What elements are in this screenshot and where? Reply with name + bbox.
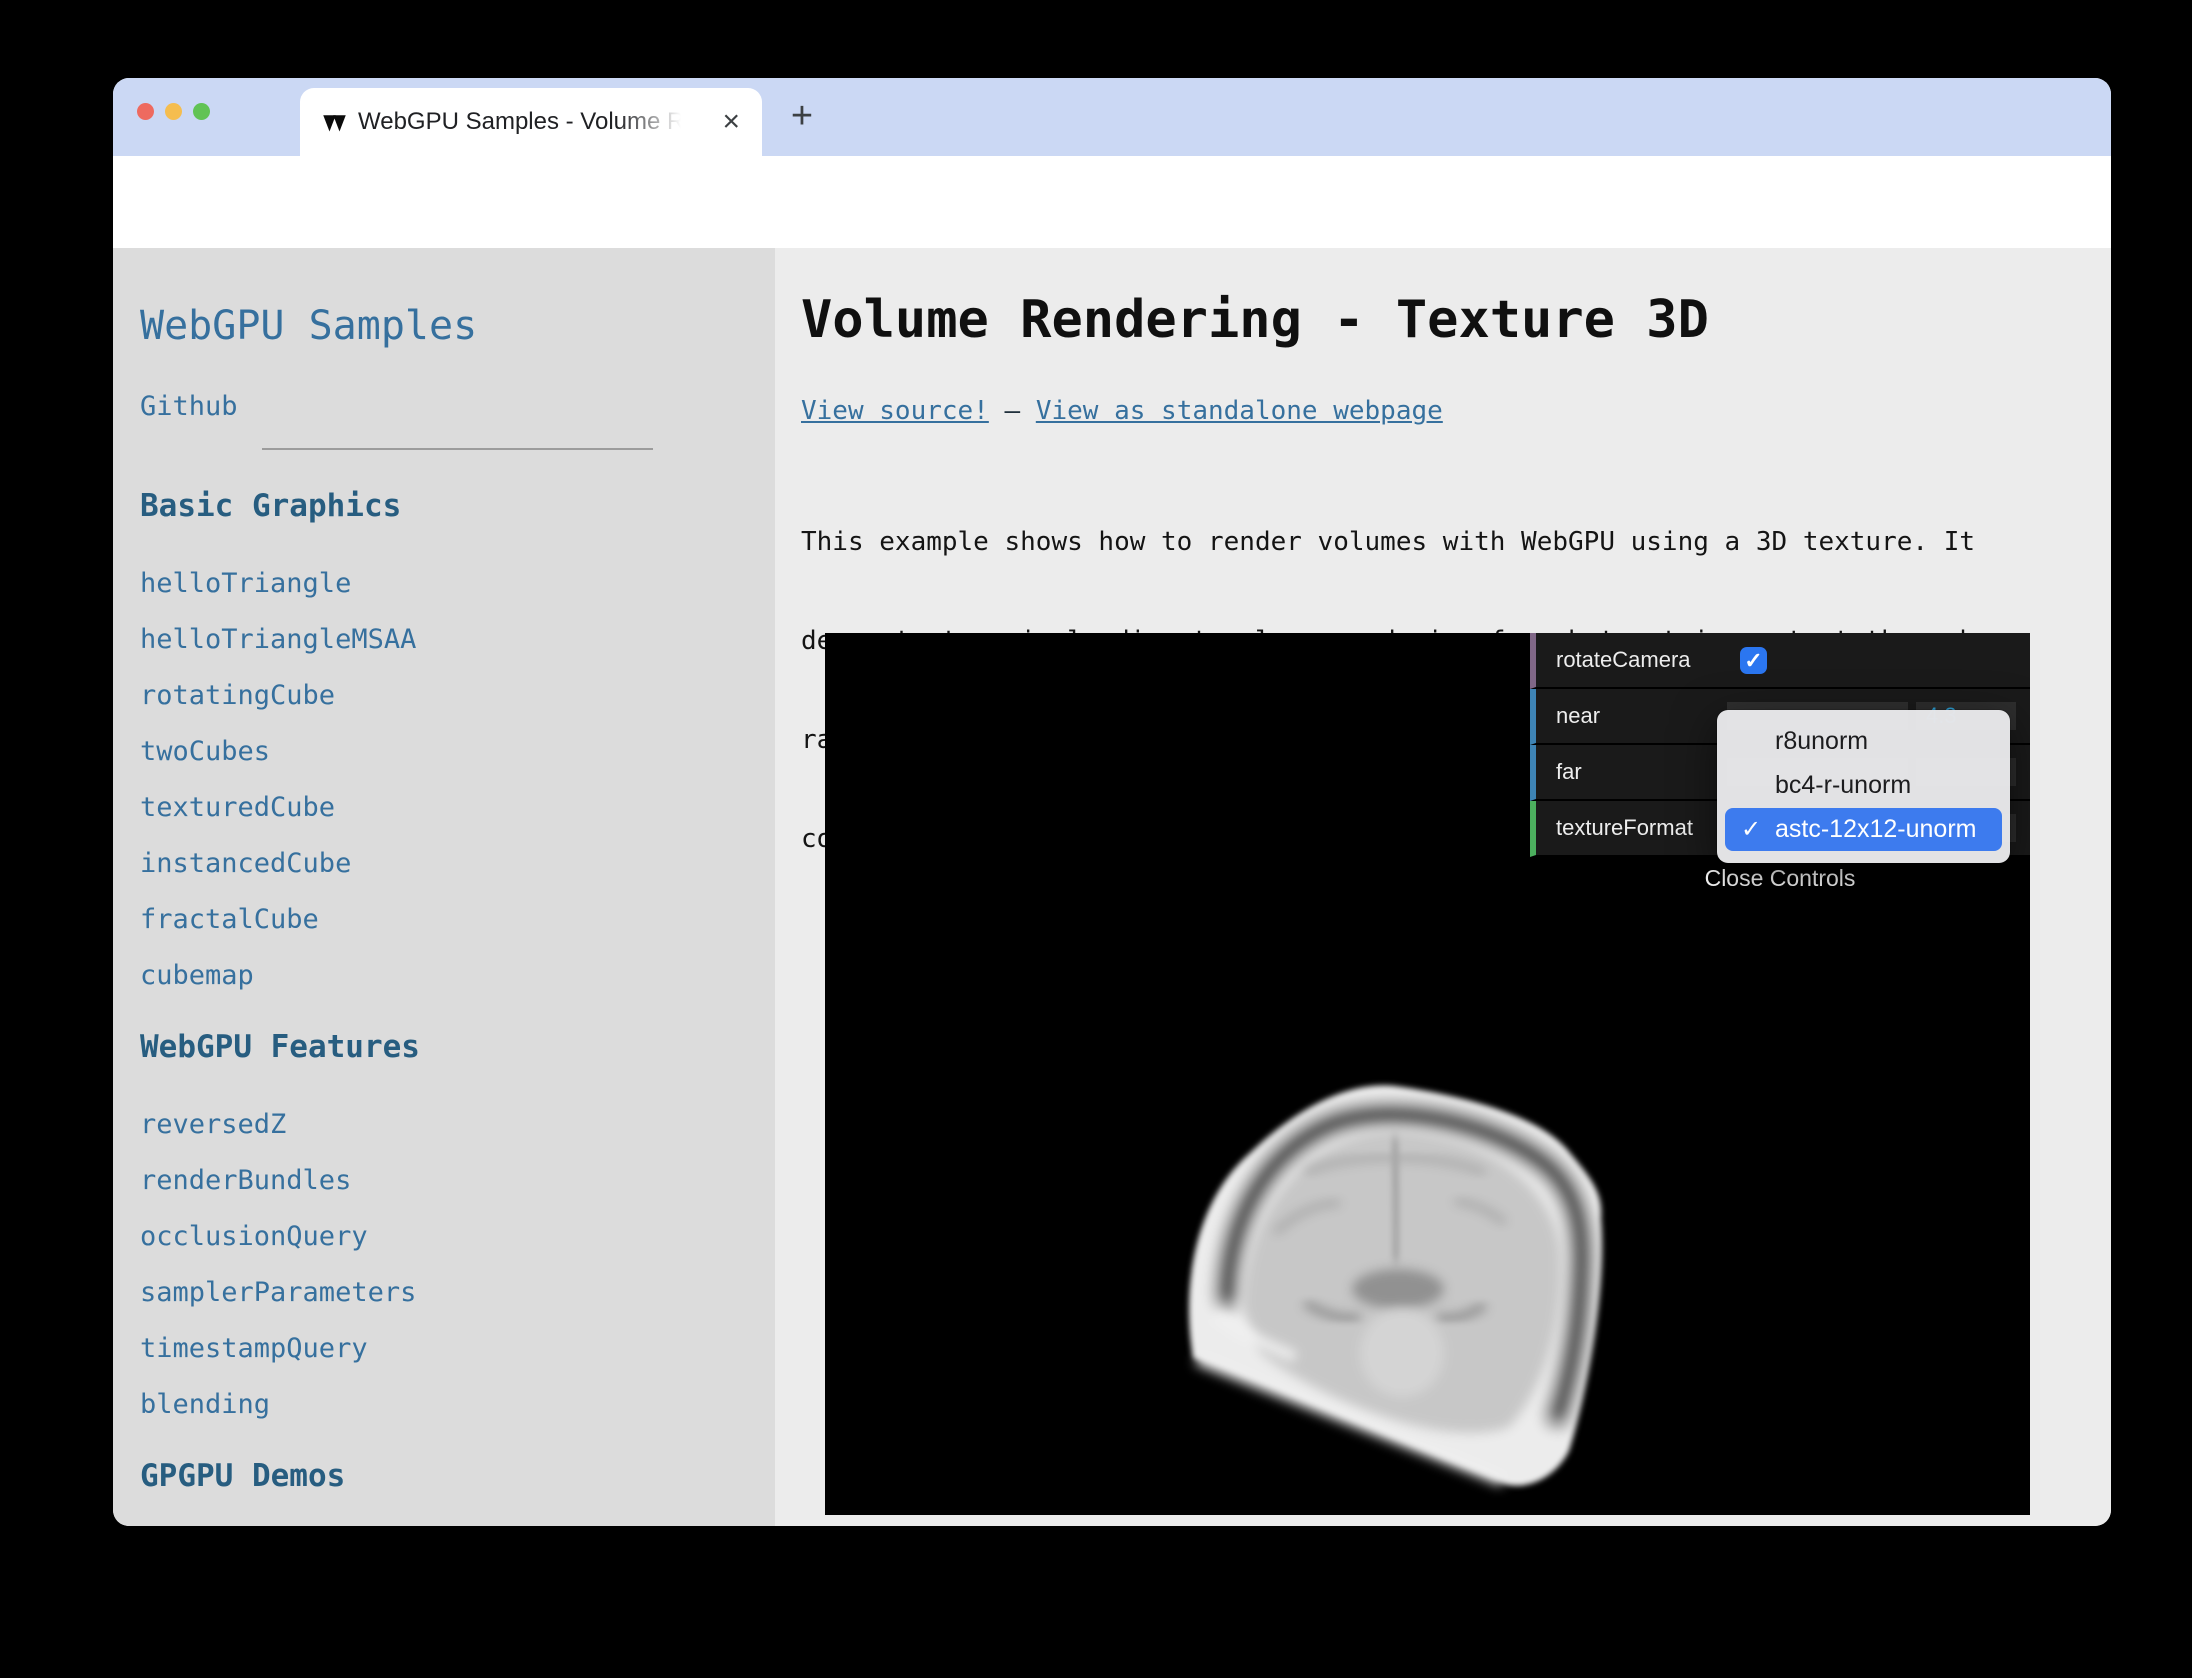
- section-header-basic-graphics: Basic Graphics: [140, 488, 775, 524]
- tab-title-fade: [618, 106, 702, 140]
- sidebar-item-twoCubes[interactable]: twoCubes: [140, 736, 775, 767]
- sidebar-item-rotatingCube[interactable]: rotatingCube: [140, 680, 775, 711]
- dropdown-option-label: astc-12x12-unorm: [1775, 815, 1976, 843]
- webgpu-logo-icon: [322, 114, 352, 139]
- sidebar-item-occlusionQuery[interactable]: occlusionQuery: [140, 1221, 775, 1252]
- description-line: This example shows how to render volumes…: [801, 526, 2022, 559]
- webgpu-canvas[interactable]: rotateCamera ✓ near 4.3 far texture: [825, 633, 2030, 1515]
- texture-format-dropdown: r8unorm bc4-r-unorm ✓ astc-12x12-unorm: [1717, 710, 2010, 863]
- gui-row-rotate-camera: rotateCamera ✓: [1530, 633, 2030, 689]
- sidebar-item-samplerParameters[interactable]: samplerParameters: [140, 1277, 775, 1308]
- sidebar-divider: [262, 448, 653, 450]
- section-header-gpgpu-demos: GPGPU Demos: [140, 1458, 775, 1494]
- close-window-button[interactable]: [137, 103, 154, 120]
- tab-strip: WebGPU Samples - Volume R × +: [113, 78, 2111, 156]
- webgpu-features-list: reversedZ renderBundles occlusionQuery s…: [140, 1109, 775, 1420]
- new-tab-button[interactable]: +: [785, 95, 819, 138]
- maximize-window-button[interactable]: [193, 103, 210, 120]
- view-source-link[interactable]: View source!: [801, 396, 989, 426]
- near-label: near: [1556, 689, 1600, 743]
- browser-tab[interactable]: WebGPU Samples - Volume R ×: [300, 88, 762, 156]
- close-tab-icon[interactable]: ×: [722, 105, 740, 139]
- sidebar-item-helloTriangleMSAA[interactable]: helloTriangleMSAA: [140, 624, 775, 655]
- section-header-webgpu-features: WebGPU Features: [140, 1029, 775, 1065]
- sidebar-item-renderBundles[interactable]: renderBundles: [140, 1165, 775, 1196]
- basic-graphics-list: helloTriangle helloTriangleMSAA rotating…: [140, 568, 775, 991]
- dropdown-option-astc-12x12-unorm[interactable]: ✓ astc-12x12-unorm: [1725, 808, 2002, 851]
- sidebar-item-instancedCube[interactable]: instancedCube: [140, 848, 775, 879]
- sample-links-row: View source! — View as standalone webpag…: [801, 396, 1443, 426]
- selected-checkmark-icon: ✓: [1741, 808, 1761, 851]
- site-title: WebGPU Samples: [140, 303, 775, 349]
- browser-toolbar: ← → webgpu.github.io/webgpu-samples/?sam…: [113, 156, 2111, 248]
- minimize-window-button[interactable]: [165, 103, 182, 120]
- sidebar-item-reversedZ[interactable]: reversedZ: [140, 1109, 775, 1140]
- sidebar-item-fractalCube[interactable]: fractalCube: [140, 904, 775, 935]
- dropdown-option-bc4-r-unorm[interactable]: bc4-r-unorm: [1717, 763, 2010, 807]
- standalone-webpage-link[interactable]: View as standalone webpage: [1036, 396, 1443, 426]
- dropdown-option-r8unorm[interactable]: r8unorm: [1717, 719, 2010, 763]
- link-separator: [989, 396, 1005, 426]
- github-link[interactable]: Github: [140, 391, 775, 422]
- page-title: Volume Rendering - Texture 3D: [801, 290, 1709, 350]
- rotate-camera-checkbox[interactable]: ✓: [1740, 647, 1767, 674]
- sidebar-item-helloTriangle[interactable]: helloTriangle: [140, 568, 775, 599]
- main-content: Volume Rendering - Texture 3D View sourc…: [775, 248, 2111, 1526]
- sidebar: WebGPU Samples Github Basic Graphics hel…: [113, 248, 775, 1526]
- far-label: far: [1556, 745, 1582, 799]
- texture-format-label: textureFormat: [1556, 801, 1693, 855]
- browser-window: WebGPU Samples - Volume R × + ← → webgpu…: [113, 78, 2111, 1526]
- sidebar-item-timestampQuery[interactable]: timestampQuery: [140, 1333, 775, 1364]
- close-controls-button[interactable]: Close Controls: [1530, 857, 2030, 899]
- page-content: WebGPU Samples Github Basic Graphics hel…: [113, 248, 2111, 1526]
- sidebar-item-texturedCube[interactable]: texturedCube: [140, 792, 775, 823]
- sidebar-item-blending[interactable]: blending: [140, 1389, 775, 1420]
- brain-mri-volume-render: [1155, 1053, 1625, 1503]
- rotate-camera-label: rotateCamera: [1556, 633, 1691, 687]
- link-separator-dash: —: [1005, 396, 1021, 426]
- sidebar-item-cubemap[interactable]: cubemap: [140, 960, 775, 991]
- link-separator-space: [1020, 396, 1036, 426]
